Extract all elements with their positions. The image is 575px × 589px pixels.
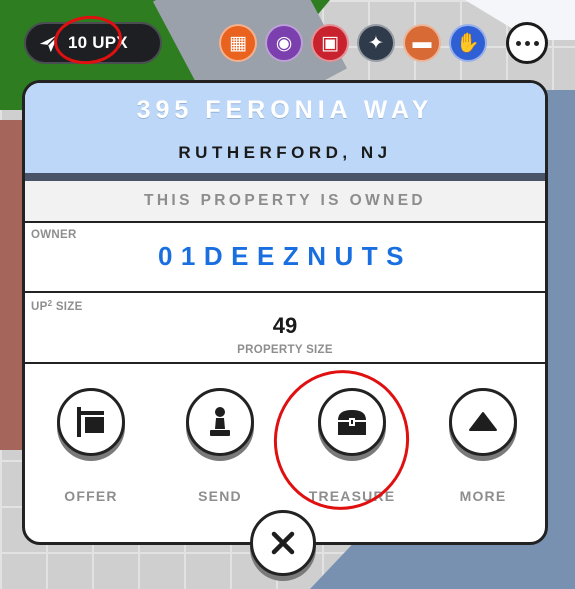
- owner-label: OWNER: [31, 229, 77, 241]
- more-button[interactable]: [449, 388, 517, 456]
- property-size-caption: PROPERTY SIZE: [237, 344, 333, 356]
- ellipsis-dot: [515, 40, 521, 46]
- owner-section: OWNER 01DEEZNUTS: [25, 223, 545, 293]
- size-label: UP2 SIZE: [31, 299, 83, 313]
- orange-bricks-badge[interactable]: ▦: [219, 24, 257, 62]
- ellipsis-dot: [524, 40, 530, 46]
- purple-camera-badge[interactable]: ◉: [265, 24, 303, 62]
- green-sofa-badge[interactable]: ▬: [403, 24, 441, 62]
- send-action[interactable]: SEND: [175, 388, 265, 504]
- owner-name-link[interactable]: 01DEEZNUTS: [25, 241, 545, 272]
- badge-bar: ▦ ◉ ▣ ✦ ▬ ✋: [219, 24, 487, 62]
- send-label: SEND: [198, 488, 242, 504]
- city-state: RUTHERFORD, NJ: [178, 143, 392, 162]
- sign-board-icon: [77, 407, 104, 437]
- property-size-value: 49: [272, 313, 298, 338]
- blue-hand-badge[interactable]: ✋: [449, 24, 487, 62]
- close-button[interactable]: [250, 510, 316, 576]
- address-header: 395 FERONIA WAY RUTHERFORD, NJ: [25, 83, 545, 173]
- more-label: MORE: [459, 488, 507, 504]
- size-section: UP2 SIZE 49 PROPERTY SIZE: [25, 293, 545, 364]
- offer-button[interactable]: [57, 388, 125, 456]
- more-action[interactable]: MORE: [438, 388, 528, 504]
- ellipsis-dot: [533, 40, 539, 46]
- zebra-badge[interactable]: ✦: [357, 24, 395, 62]
- offer-action[interactable]: OFFER: [46, 388, 136, 504]
- header-divider: [25, 173, 545, 181]
- ellipsis-icon[interactable]: [506, 22, 548, 64]
- triangle-up-icon: [469, 412, 497, 431]
- red-phone-box-badge[interactable]: ▣: [311, 24, 349, 62]
- offer-label: OFFER: [64, 488, 118, 504]
- chess-pawn-icon: [210, 407, 230, 436]
- close-icon: [271, 531, 295, 555]
- ownership-status-text: THIS PROPERTY IS OWNED: [143, 192, 427, 209]
- street-address: 395 FERONIA WAY: [136, 96, 434, 124]
- send-button[interactable]: [186, 388, 254, 456]
- ownership-status: THIS PROPERTY IS OWNED: [25, 181, 545, 223]
